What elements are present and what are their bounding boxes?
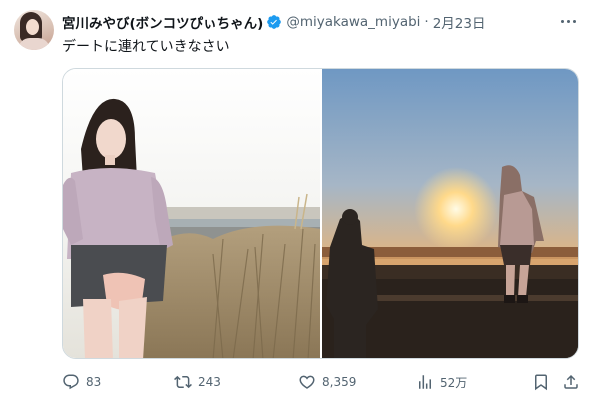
bookmark-button[interactable] <box>532 372 550 392</box>
like-button[interactable]: 8,359 <box>298 372 356 392</box>
more-icon[interactable] <box>557 12 579 30</box>
views-icon <box>419 375 431 389</box>
repost-icon <box>174 375 192 389</box>
views-button[interactable]: 52万 <box>416 372 467 392</box>
tweet-date[interactable]: 2月23日 <box>433 12 486 32</box>
tweet-text: デートに連れていきなさい <box>62 39 230 55</box>
photo-1[interactable] <box>63 69 320 358</box>
reply-count: 83 <box>86 375 102 389</box>
like-count: 8,359 <box>322 375 357 389</box>
verified-badge-icon <box>266 14 282 30</box>
avatar-body <box>18 38 50 50</box>
reply-icon <box>63 374 79 390</box>
share-icon <box>564 374 578 389</box>
like-icon <box>299 375 315 389</box>
share-button[interactable] <box>562 372 580 392</box>
media-grid <box>62 68 579 359</box>
bookmark-icon <box>535 374 547 391</box>
header-separator: · <box>424 14 429 30</box>
tweet-header: 宮川みやび(ボンコツぴぃちゃん) @miyakawa_miyabi · 2月23… <box>62 12 486 32</box>
repost-button[interactable]: 243 <box>174 372 221 392</box>
author-avatar[interactable] <box>14 10 54 50</box>
author-name[interactable]: 宮川みやび(ボンコツぴぃちゃん) <box>62 12 263 32</box>
avatar-face <box>26 19 39 35</box>
reply-button[interactable]: 83 <box>62 372 101 392</box>
repost-count: 243 <box>198 375 221 389</box>
author-handle[interactable]: @miyakawa_miyabi <box>286 14 420 30</box>
photo-2[interactable] <box>322 69 578 358</box>
view-count: 52万 <box>440 375 468 390</box>
action-bar: 83 243 8,359 52万 <box>62 372 582 392</box>
